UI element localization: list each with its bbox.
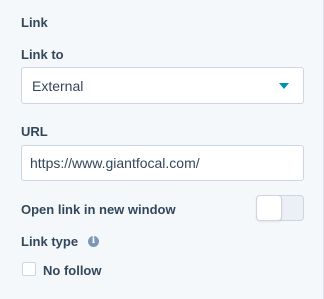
url-input[interactable]	[21, 145, 304, 181]
no-follow-checkbox[interactable]	[22, 262, 36, 276]
link-to-label: Link to	[21, 47, 64, 62]
info-icon[interactable]: i	[88, 236, 99, 247]
open-new-window-label: Open link in new window	[21, 202, 176, 217]
open-new-window-toggle[interactable]	[256, 195, 304, 221]
link-to-select[interactable]: External	[21, 67, 304, 104]
section-title: Link	[21, 15, 48, 30]
url-label: URL	[21, 124, 48, 139]
toggle-knob	[256, 195, 282, 221]
link-type-label: Link type	[21, 234, 79, 249]
caret-down-icon	[279, 83, 289, 89]
no-follow-label[interactable]: No follow	[43, 262, 102, 280]
link-settings-panel: Link Link to External URL Open link in n…	[0, 0, 324, 299]
link-to-selected-value: External	[32, 78, 84, 94]
